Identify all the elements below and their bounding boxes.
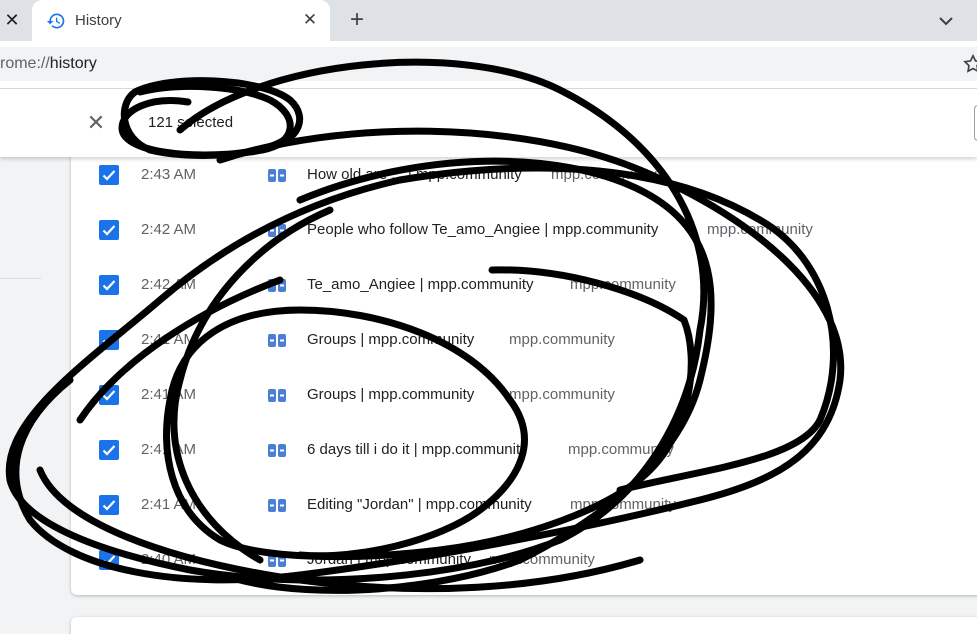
mpp-favicon-icon bbox=[268, 389, 286, 402]
url-text: rome://history bbox=[0, 55, 97, 73]
page-title-link[interactable]: Editing "Jordan" | mpp.community bbox=[307, 496, 532, 513]
page-domain: mpp.community bbox=[568, 441, 674, 458]
address-bar[interactable]: rome://history bbox=[0, 47, 977, 81]
row-checkbox[interactable] bbox=[99, 275, 119, 295]
page-title-link[interactable]: People who follow Te_amo_Angiee | mpp.co… bbox=[307, 221, 658, 238]
url-scheme: rome:// bbox=[0, 55, 50, 72]
visit-time: 2:42 AM bbox=[141, 276, 197, 293]
visit-time: 2:42 AM bbox=[141, 221, 197, 238]
visit-time: 2:41 AM bbox=[141, 331, 197, 348]
browser-toolbar: rome://history bbox=[0, 41, 977, 89]
page-title-link[interactable]: Jordan | mpp.community bbox=[307, 551, 471, 568]
history-row[interactable]: 2:41 AM 6 days till i do it | mpp.commun… bbox=[71, 425, 977, 480]
row-checkbox[interactable] bbox=[99, 385, 119, 405]
history-row[interactable]: 2:41 AM Editing "Jordan" | mpp.community… bbox=[71, 480, 977, 535]
browser-window: ✕ History ✕ + rome://history 2:43 AM How… bbox=[0, 0, 977, 634]
page-domain: mpp.community bbox=[489, 551, 595, 568]
page-title-link[interactable]: Te_amo_Angiee | mpp.community bbox=[307, 276, 534, 293]
url-path: history bbox=[49, 55, 97, 72]
history-row[interactable]: 2:42 AM Te_amo_Angiee | mpp.community mp… bbox=[71, 260, 977, 315]
history-card-next bbox=[71, 617, 977, 634]
previous-tab-close-icon[interactable]: ✕ bbox=[0, 8, 24, 32]
mpp-favicon-icon bbox=[268, 334, 286, 347]
row-checkbox[interactable] bbox=[99, 330, 119, 350]
history-card: 2:43 AM How old are ... | mpp.community … bbox=[71, 150, 977, 595]
clear-selection-icon[interactable]: ✕ bbox=[86, 110, 106, 135]
visit-time: 2:41 AM bbox=[141, 496, 197, 513]
row-checkbox[interactable] bbox=[99, 440, 119, 460]
tab-close-icon[interactable]: ✕ bbox=[300, 10, 320, 30]
sidebar-divider bbox=[0, 278, 41, 279]
bookmark-star-icon[interactable] bbox=[962, 53, 977, 75]
page-title-link[interactable]: Groups | mpp.community bbox=[307, 331, 474, 348]
page-title-link[interactable]: 6 days till i do it | mpp.community bbox=[307, 441, 528, 458]
row-checkbox[interactable] bbox=[99, 550, 119, 570]
page-domain: mpp.community bbox=[570, 496, 676, 513]
selected-count: 121 selected bbox=[148, 114, 234, 131]
mpp-favicon-icon bbox=[268, 224, 286, 237]
history-row[interactable]: 2:43 AM How old are ... | mpp.community … bbox=[71, 150, 977, 205]
history-row[interactable]: 2:42 AM People who follow Te_amo_Angiee … bbox=[71, 205, 977, 260]
mpp-favicon-icon bbox=[268, 279, 286, 292]
history-row[interactable]: 2:40 AM Jordan | mpp.community mpp.commu… bbox=[71, 535, 977, 590]
mpp-favicon-icon bbox=[268, 499, 286, 512]
visit-time: 2:41 AM bbox=[141, 441, 197, 458]
row-checkbox[interactable] bbox=[99, 165, 119, 185]
mpp-favicon-icon bbox=[268, 554, 286, 567]
selection-toolbar: ✕ 121 selected bbox=[0, 89, 977, 157]
page-domain: mpp.community bbox=[509, 386, 615, 403]
row-checkbox[interactable] bbox=[99, 220, 119, 240]
new-tab-button[interactable]: + bbox=[344, 6, 370, 33]
tab-title: History bbox=[75, 12, 122, 29]
page-domain: mpp.community bbox=[509, 331, 615, 348]
page-domain: mpp.community bbox=[570, 276, 676, 293]
tab-search-chevron-icon[interactable] bbox=[934, 9, 958, 33]
page-domain: mpp.community bbox=[707, 221, 813, 238]
visit-time: 2:43 AM bbox=[141, 166, 197, 183]
tab-strip: ✕ History ✕ + bbox=[0, 0, 977, 41]
page-title-link[interactable]: Groups | mpp.community bbox=[307, 386, 474, 403]
visit-time: 2:40 AM bbox=[141, 551, 197, 568]
tab-history[interactable]: History ✕ bbox=[32, 0, 330, 41]
row-checkbox[interactable] bbox=[99, 495, 119, 515]
visit-time: 2:41 AM bbox=[141, 386, 197, 403]
history-row[interactable]: 2:41 AM Groups | mpp.community mpp.commu… bbox=[71, 370, 977, 425]
mpp-favicon-icon bbox=[268, 169, 286, 182]
history-icon bbox=[46, 13, 65, 29]
history-row[interactable]: 2:41 AM Groups | mpp.community mpp.commu… bbox=[71, 315, 977, 370]
mpp-favicon-icon bbox=[268, 444, 286, 457]
page-domain: mpp.community bbox=[551, 166, 657, 183]
page-title-link[interactable]: How old are ... | mpp.community bbox=[307, 166, 522, 183]
